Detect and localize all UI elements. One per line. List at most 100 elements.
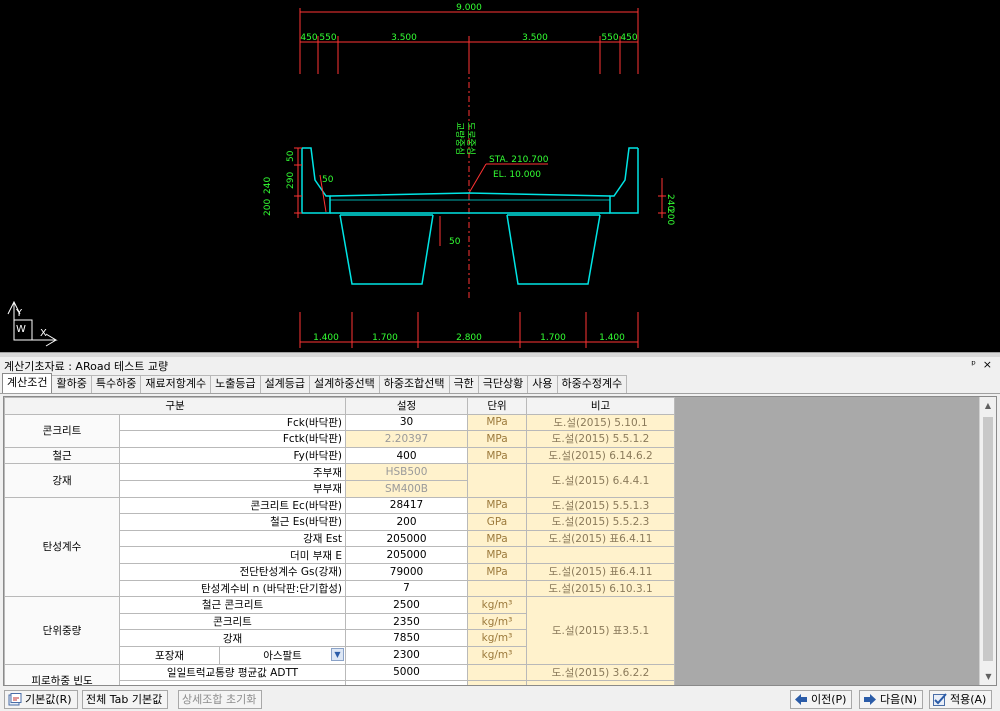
- row-value[interactable]: 7: [345, 579, 468, 598]
- tab-design-load-select[interactable]: 설계하중선택: [309, 375, 380, 393]
- row-value: SM400B: [345, 479, 468, 498]
- row-note: 도.설(2015) 5.5.1.3: [526, 496, 675, 515]
- scroll-down-icon[interactable]: ▼: [980, 668, 996, 685]
- row-value[interactable]: 400: [345, 446, 468, 465]
- all-tab-defaults-button[interactable]: 전체 Tab 기본값: [82, 690, 169, 709]
- row-note: 도.설(2015) 표3.5.1: [526, 596, 675, 665]
- row-value[interactable]: 2500: [345, 596, 468, 614]
- checkmark-icon: [933, 693, 947, 706]
- row-unit: MPa: [467, 546, 527, 564]
- tab-extreme-event[interactable]: 극단상황: [477, 375, 529, 393]
- row-value[interactable]: 205000: [345, 546, 468, 564]
- grid-vertical-scrollbar[interactable]: ▲ ▼: [979, 397, 996, 685]
- dim-seg-5: 550: [601, 33, 618, 43]
- row-item: 더미 부재 E: [119, 546, 346, 564]
- dim-bottom-5: 1.400: [599, 333, 625, 343]
- row-note: 도.설(2015) 표6.4.11: [526, 529, 675, 548]
- axis-x-label: X: [40, 328, 47, 339]
- tab-ultimate[interactable]: 극한: [448, 375, 479, 393]
- elevation-label: EL. 10.000: [493, 170, 541, 180]
- row-unit: kg/m³: [467, 612, 527, 631]
- row-item: 철근 Es(바닥판): [119, 513, 346, 531]
- tab-strip: 계산조건 활하중 특수하중 재료저항계수 노출등급 설계등급 설계하중선택 하중…: [0, 373, 1000, 394]
- property-grid: 구분 설정 단위 비고 콘크리트 Fck(바닥판) 30 MPa 도.설(201…: [3, 396, 997, 686]
- next-button[interactable]: 다음(N): [859, 690, 924, 709]
- row-unit: [467, 579, 527, 598]
- row-item: 콘크리트: [119, 612, 346, 631]
- dim-left-slope: 50: [322, 175, 334, 185]
- row-item: 강재 Est: [119, 529, 346, 548]
- axis-w-label: W: [16, 324, 26, 335]
- table-row: 단위중량 철근 콘크리트 2500 kg/m³ 도.설(2015) 표3.5.1: [4, 596, 675, 665]
- row-value[interactable]: 28417: [345, 496, 468, 515]
- row-value[interactable]: 2300: [345, 645, 468, 665]
- cad-viewport[interactable]: 9.000 450 550 3.500 3.500 550 450 교량중심 도…: [0, 0, 1000, 352]
- row-value[interactable]: 7850: [345, 629, 468, 647]
- row-value[interactable]: 2350: [345, 612, 468, 631]
- tab-exposure-class[interactable]: 노출등급: [210, 375, 261, 393]
- panel-title-bar: 계산기초자료 : ARoad 테스트 교량 ᵖ ×: [0, 357, 1000, 374]
- row-unit: kg/m³: [467, 629, 527, 647]
- row-unit: [467, 463, 527, 498]
- row-item: 주부재: [119, 463, 346, 481]
- arrow-left-icon: [795, 694, 807, 705]
- row-note: [526, 546, 675, 564]
- tab-special-load[interactable]: 특수하중: [90, 375, 142, 393]
- row-unit: MPa: [467, 562, 527, 581]
- row-item: 전단탄성계수 Gs(강재): [119, 562, 346, 581]
- conditions-table: 구분 설정 단위 비고 콘크리트 Fck(바닥판) 30 MPa 도.설(201…: [4, 397, 675, 685]
- tab-material-resistance[interactable]: 재료저항계수: [140, 375, 212, 393]
- row-note: 도.설(2015) 5.10.1: [526, 413, 675, 432]
- tab-live-load[interactable]: 활하중: [51, 375, 92, 393]
- prev-button[interactable]: 이전(P): [790, 690, 853, 709]
- all-tab-defaults-label: 전체 Tab 기본값: [86, 693, 163, 706]
- cross-section-drawing: 9.000 450 550 3.500 3.500 550 450 교량중심 도…: [7, 3, 675, 348]
- row-item: 부부재: [119, 479, 346, 498]
- pin-icon[interactable]: ᵖ: [971, 358, 976, 371]
- scroll-up-icon[interactable]: ▲: [980, 397, 996, 414]
- pavement-select[interactable]: 아스팔트 ▼: [220, 647, 345, 663]
- defaults-button[interactable]: 기본값(R): [4, 690, 78, 709]
- row-value: 2.20397: [345, 430, 468, 448]
- bridge-section-outline: [301, 147, 639, 285]
- row-note: 도.설(2015) 6.14.6.2: [526, 446, 675, 465]
- reset-combo-button[interactable]: 상세조합 초기화: [178, 690, 263, 709]
- dim-seg-3: 3.500: [391, 33, 417, 43]
- scroll-thumb[interactable]: [983, 417, 993, 661]
- row-value[interactable]: 30: [345, 413, 468, 432]
- chevron-down-icon[interactable]: ▼: [331, 647, 344, 661]
- row-value[interactable]: 205000: [345, 529, 468, 548]
- tab-load-combo-select[interactable]: 하중조합선택: [378, 375, 450, 393]
- row-value[interactable]: 200: [345, 513, 468, 531]
- row-item: 철근 콘크리트: [119, 596, 346, 614]
- prev-label: 이전(P): [811, 693, 847, 706]
- row-item: 콘크리트 Ec(바닥판): [119, 496, 346, 515]
- dim-bottom-4: 1.700: [540, 333, 566, 343]
- dim-seg-2: 550: [319, 33, 336, 43]
- row-value[interactable]: 79000: [345, 562, 468, 581]
- group-fatigue: 피로하중 빈도: [4, 663, 120, 685]
- group-steel: 강재: [4, 463, 120, 498]
- group-unit-weight: 단위중량: [4, 596, 120, 665]
- table-row: 철근 Fy(바닥판) 400 MPa 도.설(2015) 6.14.6.2: [4, 446, 675, 465]
- tab-design-class[interactable]: 설계등급: [259, 375, 311, 393]
- tab-load-modifier[interactable]: 하중수정계수: [556, 375, 628, 393]
- row-unit: GPa: [467, 513, 527, 531]
- table-row: 탄성계수 콘크리트 Ec(바닥판) 28417 MPa 도.설(2015) 5.…: [4, 496, 675, 598]
- row-value[interactable]: 5000: [345, 663, 468, 682]
- dim-seg-4: 3.500: [522, 33, 548, 43]
- dim-left-4: 200: [263, 199, 273, 216]
- dim-seg-1: 450: [300, 33, 317, 43]
- row-note: 도.설(2015) 5.5.1.2: [526, 430, 675, 448]
- axis-y-label: Y: [15, 308, 23, 319]
- station-label: STA. 210.700: [489, 155, 549, 165]
- tab-calc-conditions[interactable]: 계산조건: [2, 373, 53, 393]
- dim-seg-6: 450: [620, 33, 637, 43]
- tab-service[interactable]: 사용: [527, 375, 558, 393]
- dim-left-3: 240: [263, 177, 273, 194]
- close-icon[interactable]: ×: [983, 358, 992, 371]
- header-unit: 단위: [467, 397, 527, 415]
- reset-combo-label: 상세조합 초기화: [182, 693, 257, 706]
- row-unit: kg/m³: [467, 596, 527, 614]
- apply-button[interactable]: 적용(A): [929, 690, 993, 709]
